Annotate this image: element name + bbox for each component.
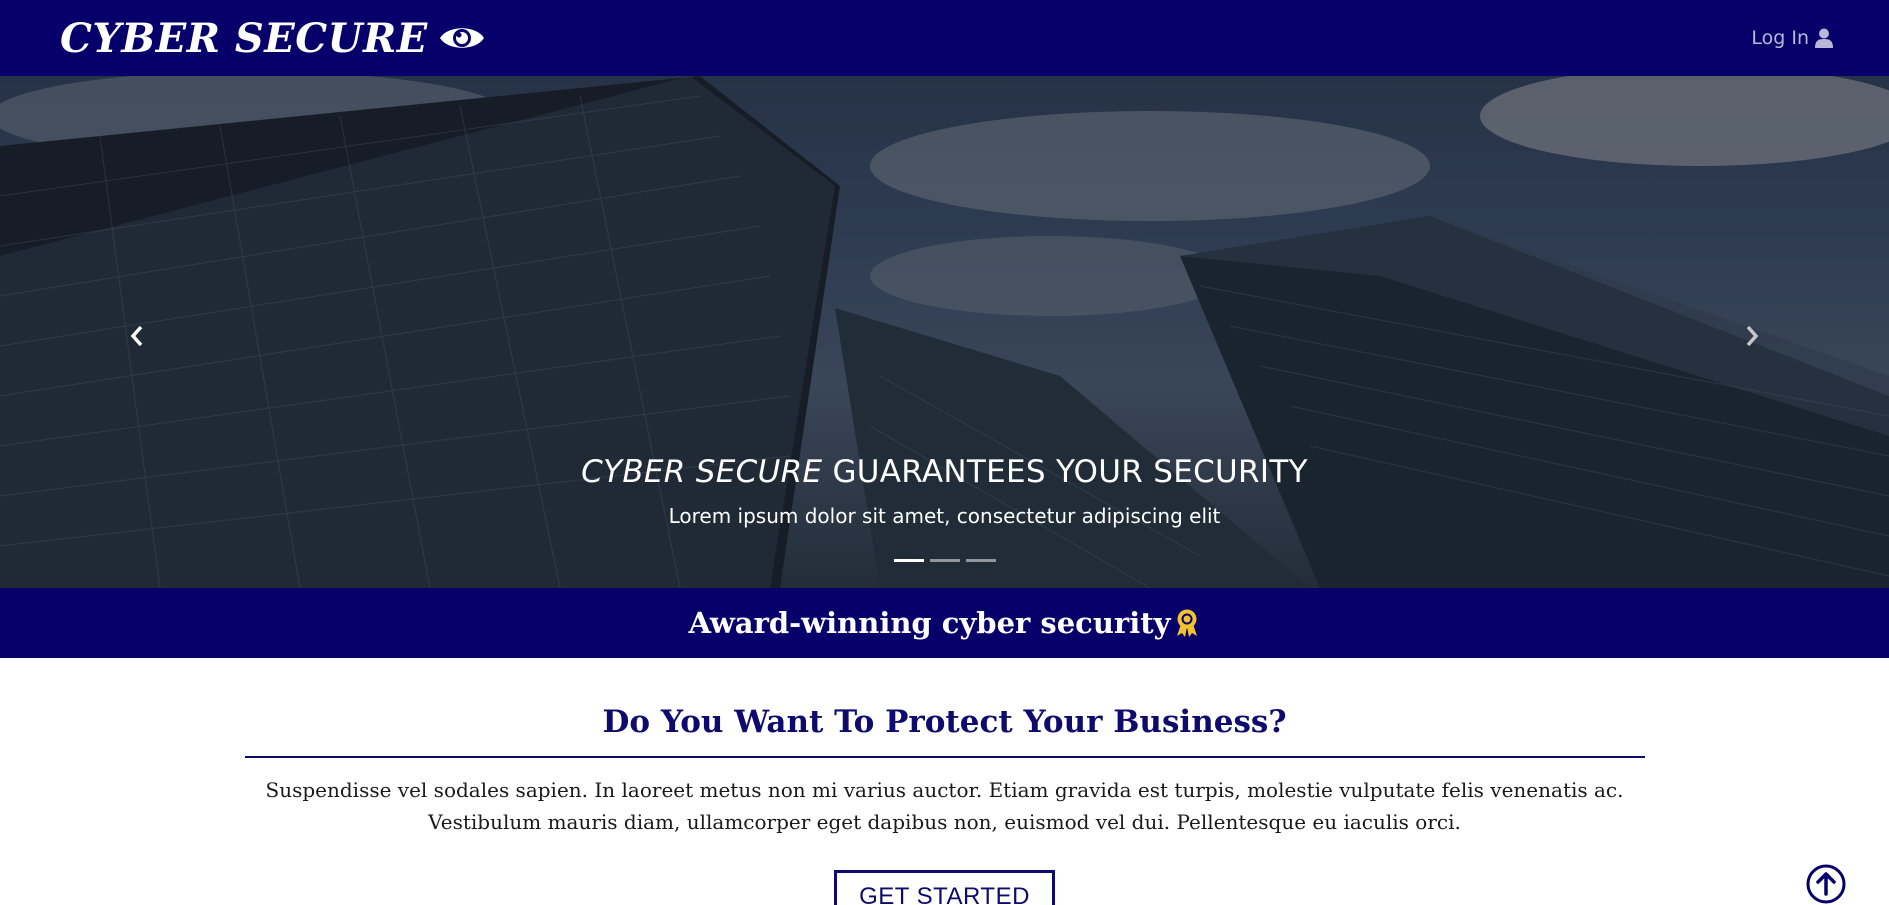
brand-logo[interactable]: CYBER SECURE (60, 15, 486, 62)
user-icon (1815, 28, 1833, 48)
chevron-left-icon (130, 325, 143, 347)
caption-headline: GUARANTEES YOUR SECURITY (822, 454, 1308, 490)
navbar: CYBER SECURE Log In (0, 0, 1889, 76)
main-content: Do You Want To Protect Your Business? Su… (0, 658, 1889, 905)
carousel-indicator-1[interactable] (893, 559, 924, 562)
carousel-indicator-2[interactable] (929, 559, 960, 562)
award-text: Award-winning cyber security (688, 606, 1171, 640)
carousel-prev-button[interactable] (117, 316, 157, 356)
section-title: Do You Want To Protect Your Business? (602, 704, 1287, 740)
carousel-caption-subtitle: Lorem ipsum dolor sit amet, consectetur … (668, 504, 1221, 528)
carousel-caption-title: CYBER SECURE GUARANTEES YOUR SECURITY (0, 454, 1889, 490)
carousel-indicators (0, 559, 1889, 562)
award-banner: Award-winning cyber security (0, 588, 1889, 658)
chevron-right-icon (1746, 325, 1759, 347)
caption-brand: CYBER SECURE (581, 454, 823, 490)
award-ribbon-icon (1177, 609, 1198, 637)
eye-icon (439, 28, 484, 48)
get-started-button[interactable]: GET STARTED (834, 870, 1055, 905)
carousel-caption: CYBER SECURE GUARANTEES YOUR SECURITY Lo… (0, 454, 1889, 528)
hero-carousel: CYBER SECURE GUARANTEES YOUR SECURITY Lo… (0, 76, 1889, 588)
brand-name: CYBER SECURE (60, 14, 428, 62)
title-divider (244, 756, 1645, 758)
arrow-up-circle-icon (1806, 864, 1846, 904)
carousel-indicator-3[interactable] (965, 559, 996, 562)
login-link[interactable]: Log In (1751, 27, 1833, 49)
carousel-next-button[interactable] (1732, 316, 1772, 356)
scroll-to-top-button[interactable] (1806, 864, 1846, 904)
login-label: Log In (1751, 27, 1809, 49)
section-text: Suspendisse vel sodales sapien. In laore… (265, 778, 1624, 834)
